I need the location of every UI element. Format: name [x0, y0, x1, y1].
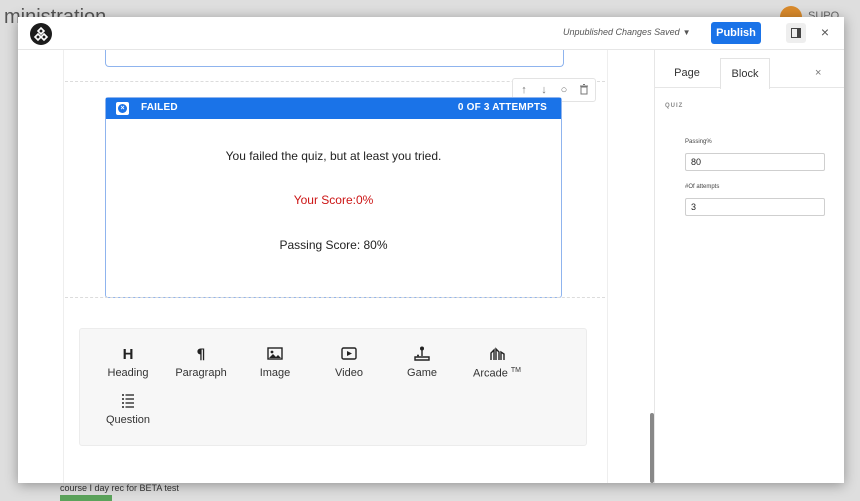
- palette-item-video[interactable]: Video: [317, 345, 381, 389]
- arcade-icon: [490, 347, 505, 360]
- close-icon[interactable]: ×: [815, 67, 821, 79]
- image-icon: [267, 347, 283, 360]
- trash-icon[interactable]: [576, 82, 592, 98]
- chevron-down-icon: ▼: [682, 28, 691, 37]
- palette-item-game[interactable]: Game: [390, 345, 454, 389]
- svg-text:¶: ¶: [197, 347, 206, 363]
- quiz-result-header: × FAILED 0 OF 3 ATTEMPTS: [106, 98, 561, 119]
- palette-item-question[interactable]: Question: [96, 392, 160, 436]
- attempts-input[interactable]: [685, 198, 825, 216]
- save-status-text: Unpublished Changes Saved: [563, 27, 680, 37]
- video-icon: [341, 347, 357, 360]
- paragraph-icon: ¶: [197, 347, 206, 363]
- section-title-quiz: QUIZ: [665, 103, 684, 109]
- quiz-your-score: Your Score:0%: [293, 193, 374, 207]
- palette-item-image[interactable]: Image: [243, 345, 307, 389]
- quiz-attempts-count: 0 OF 3 ATTEMPTS: [457, 102, 547, 113]
- tab-block[interactable]: Block: [720, 58, 770, 89]
- editor-topbar: Unpublished Changes Saved ▼ Publish ×: [18, 17, 844, 50]
- list-icon: [122, 394, 134, 408]
- svg-text:H: H: [123, 346, 134, 363]
- palette-item-label: Paragraph: [175, 367, 227, 379]
- app-logo-icon[interactable]: [30, 23, 52, 45]
- tab-page[interactable]: Page: [655, 60, 719, 96]
- move-up-icon[interactable]: ↑: [516, 82, 532, 98]
- palette-item-arcade[interactable]: Arcade TM: [465, 345, 529, 389]
- block-palette: H Heading ¶ Paragraph Image Video Game A…: [79, 328, 587, 446]
- move-down-icon[interactable]: ↓: [536, 82, 552, 98]
- block-separator: [65, 297, 605, 298]
- background-tags: [60, 495, 112, 501]
- passing-percent-input[interactable]: [685, 153, 825, 171]
- background-course-text: course I day rec for BETA test: [60, 483, 179, 493]
- panel-toggle-button[interactable]: [786, 23, 806, 43]
- previous-block[interactable]: [105, 50, 564, 67]
- attempts-label: #Of attempts: [685, 184, 720, 190]
- editor-canvas: ↑ ↓ ○ × FAILED 0 OF 3 ATTEMPTS You faile…: [18, 50, 654, 483]
- palette-item-label: Video: [335, 367, 363, 379]
- quiz-fail-message: You failed the quiz, but at least you tr…: [225, 149, 442, 163]
- joystick-icon: [414, 346, 430, 361]
- duplicate-icon[interactable]: ○: [556, 82, 572, 98]
- save-status-dropdown[interactable]: Unpublished Changes Saved ▼: [563, 27, 691, 37]
- palette-item-label: Question: [105, 414, 151, 426]
- quiz-passing-score: Passing Score: 80%: [279, 238, 388, 252]
- settings-sidebar: Page Block × QUIZ Passing% #Of attempts: [655, 50, 844, 483]
- sidebar-panel-icon: [791, 28, 801, 38]
- palette-item-label: Game: [407, 367, 437, 379]
- palette-item-label: Image: [259, 367, 291, 379]
- editor-modal: Unpublished Changes Saved ▼ Publish × ↑ ↓…: [18, 17, 844, 483]
- quiz-status-label: FAILED: [141, 102, 178, 113]
- palette-item-heading[interactable]: H Heading: [96, 345, 160, 389]
- quiz-result-block[interactable]: × FAILED 0 OF 3 ATTEMPTS You failed the …: [105, 97, 562, 298]
- palette-item-paragraph[interactable]: ¶ Paragraph: [169, 345, 233, 389]
- failed-status-icon: ×: [116, 102, 129, 115]
- palette-item-label: Heading: [107, 367, 149, 379]
- heading-icon: H: [123, 346, 134, 363]
- close-icon[interactable]: ×: [818, 24, 832, 40]
- passing-percent-label: Passing%: [685, 139, 712, 145]
- publish-button[interactable]: Publish: [711, 22, 761, 44]
- palette-item-label: Arcade TM: [472, 367, 522, 380]
